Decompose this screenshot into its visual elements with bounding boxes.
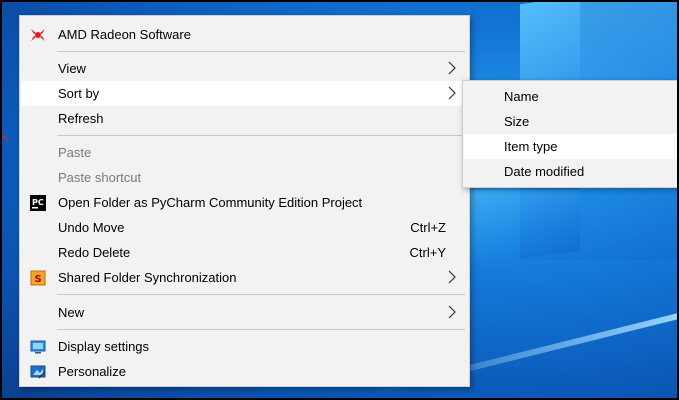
submenu-item-label: Size	[504, 114, 530, 129]
chevron-right-icon	[448, 61, 456, 75]
menu-item-label: Redo Delete	[58, 245, 131, 260]
chevron-right-icon	[448, 86, 456, 100]
menu-item-open-folder-pycharm[interactable]: PC Open Folder as PyCharm Community Edit…	[21, 190, 468, 215]
menu-item-paste: Paste	[21, 140, 468, 165]
menu-item-label: Shared Folder Synchronization	[58, 270, 237, 285]
menu-item-shortcut: Ctrl+Y	[409, 245, 446, 260]
menu-item-label: AMD Radeon Software	[58, 27, 191, 42]
menu-item-label: Sort by	[58, 86, 100, 101]
menu-separator	[57, 51, 465, 52]
display-settings-icon	[30, 340, 46, 354]
menu-item-new[interactable]: New	[21, 300, 468, 325]
submenu-item-item-type[interactable]: Item type	[464, 134, 679, 159]
chevron-right-icon	[448, 305, 456, 319]
menu-separator	[57, 135, 465, 136]
shared-folder-sync-icon: S	[30, 270, 46, 286]
menu-item-undo-move[interactable]: Undo Move Ctrl+Z	[21, 215, 468, 240]
menu-item-paste-shortcut: Paste shortcut	[21, 165, 468, 190]
menu-item-label: Paste	[58, 145, 92, 160]
svg-text:PC: PC	[32, 198, 44, 207]
menu-item-label: Refresh	[58, 111, 104, 126]
menu-item-redo-delete[interactable]: Redo Delete Ctrl+Y	[21, 240, 468, 265]
menu-item-amd-radeon-software[interactable]: AMD Radeon Software	[21, 22, 468, 47]
submenu-item-date-modified[interactable]: Date modified	[464, 159, 679, 184]
menu-item-label: New	[58, 305, 85, 320]
menu-separator	[57, 294, 465, 295]
sort-by-submenu: Name Size Item type Date modified	[462, 80, 679, 188]
wallpaper-window-pane	[470, 190, 580, 260]
menu-item-shortcut: Ctrl+Z	[410, 220, 446, 235]
menu-item-view[interactable]: View	[21, 56, 468, 81]
amd-radeon-icon	[31, 29, 45, 41]
pycharm-icon: PC	[30, 195, 46, 211]
menu-separator	[57, 329, 465, 330]
desktop-context-menu: AMD Radeon Software View Sort by Refresh…	[19, 15, 470, 387]
menu-item-display-settings[interactable]: Display settings	[21, 334, 468, 359]
submenu-item-name[interactable]: Name	[464, 84, 679, 109]
submenu-item-label: Date modified	[504, 164, 585, 179]
submenu-item-label: Name	[504, 89, 539, 104]
menu-item-label: Open Folder as PyCharm Community Edition…	[58, 195, 363, 210]
menu-item-sort-by[interactable]: Sort by	[21, 81, 468, 106]
svg-text:S: S	[35, 274, 42, 285]
menu-item-label: Paste shortcut	[58, 170, 142, 185]
menu-item-shared-folder-sync[interactable]: S Shared Folder Synchronization	[21, 265, 468, 290]
menu-item-refresh[interactable]: Refresh	[21, 106, 468, 131]
menu-item-personalize[interactable]: Personalize	[21, 359, 468, 384]
menu-item-label: Display settings	[58, 339, 150, 354]
chevron-right-icon	[448, 270, 456, 284]
personalize-icon	[30, 365, 46, 379]
submenu-item-size[interactable]: Size	[464, 109, 679, 134]
menu-item-label: Undo Move	[58, 220, 125, 235]
menu-item-label: View	[58, 61, 86, 76]
menu-item-label: Personalize	[58, 364, 126, 379]
submenu-item-label: Item type	[504, 139, 558, 154]
